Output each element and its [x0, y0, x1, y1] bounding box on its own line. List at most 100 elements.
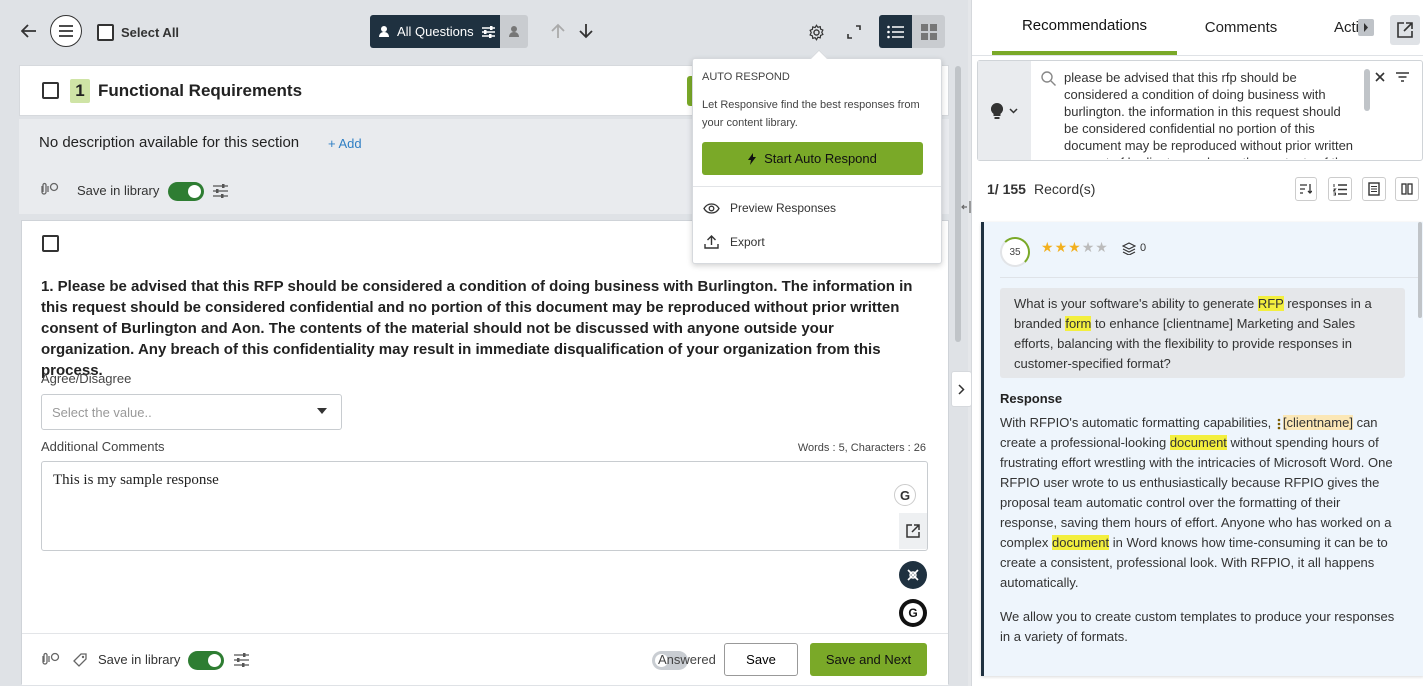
rec-question-text: What is your software's ability to gener…: [1014, 296, 1258, 311]
star-empty-icon: ★: [1081, 239, 1095, 255]
response-text: With RFPIO's automatic formatting capabi…: [1000, 415, 1275, 430]
section-library-toggle[interactable]: [168, 182, 204, 201]
star-filled-icon: ★: [1068, 239, 1081, 255]
response-text: This is my sample response: [53, 472, 219, 488]
star-filled-icon: ★: [1054, 239, 1068, 255]
filter-label: All Questions: [397, 24, 474, 39]
select-placeholder: Select the value..: [52, 405, 152, 420]
placeholder-tag: [clientname]: [1282, 415, 1353, 430]
export-label: Export: [730, 235, 765, 249]
popout-icon[interactable]: [1390, 15, 1420, 45]
caret-down-icon: [317, 408, 327, 414]
lightning-icon: [748, 152, 757, 165]
additional-comments-label: Additional Comments: [41, 439, 165, 454]
question-library-toggle[interactable]: [188, 651, 224, 670]
grammarly-icon[interactable]: G: [894, 484, 916, 506]
user-filter-button[interactable]: [500, 15, 528, 48]
save-in-library-label: Save in library: [77, 183, 160, 198]
response-text: without spending hours of frustrating ef…: [1000, 435, 1393, 550]
settings-sliders-icon[interactable]: [233, 652, 249, 668]
keyword-highlight: form: [1065, 316, 1092, 331]
star-rating: ★ ★ ★ ★ ★: [1041, 240, 1108, 254]
start-auto-respond-label: Start Auto Respond: [764, 151, 877, 166]
ai-assist-icon[interactable]: [899, 561, 927, 589]
attachment-icon[interactable]: [38, 181, 60, 197]
recommendation-card[interactable]: 35 ★ ★ ★ ★ ★ 0 What is your software's abili…: [981, 222, 1423, 676]
lightbulb-icon: [991, 102, 1003, 119]
section-title: Functional Requirements: [98, 81, 303, 100]
split-view-icon[interactable]: [1395, 177, 1419, 201]
keyword-highlight: RFP: [1257, 296, 1284, 311]
save-and-next-button[interactable]: Save and Next: [810, 643, 927, 676]
upload-icon: [704, 235, 719, 249]
tab-comments-label: Comments: [1204, 19, 1278, 36]
star-filled-icon: ★: [1041, 239, 1054, 255]
search-scrollbar[interactable]: [1364, 69, 1370, 111]
arrow-down-icon[interactable]: [577, 21, 595, 41]
numbered-list-icon[interactable]: [1328, 177, 1352, 201]
select-all-checkbox[interactable]: [97, 24, 114, 41]
close-icon[interactable]: [1374, 71, 1386, 83]
menu-icon[interactable]: [50, 15, 82, 47]
question-text: 1. Please be advised that this RFP shoul…: [41, 278, 913, 379]
expand-icon[interactable]: [845, 23, 863, 41]
tag-icon[interactable]: [71, 651, 89, 669]
gear-icon[interactable]: [806, 22, 826, 42]
auto-respond-description: Let Responsive find the best responses f…: [702, 99, 920, 129]
back-arrow-icon[interactable]: [18, 20, 40, 42]
recommended-response: With RFPIO's automatic formatting capabi…: [1000, 413, 1400, 593]
record-label: Record(s): [1034, 181, 1096, 197]
question-checkbox[interactable]: [42, 235, 59, 252]
question-card: 1. Please be advised that this RFP shoul…: [21, 220, 949, 685]
recommendations-panel: Recommendations Comments Acti please be …: [971, 0, 1423, 686]
search-icon: [1041, 71, 1056, 86]
auto-respond-heading: AUTO RESPOND: [702, 71, 790, 83]
preview-responses-item[interactable]: Preview Responses: [693, 196, 941, 220]
eye-icon: [703, 202, 720, 214]
divider: [693, 186, 941, 187]
question-footer: Save in library Answered Save Save and N…: [22, 633, 948, 685]
document-view-icon[interactable]: [1362, 177, 1386, 201]
card-scrollbar[interactable]: [1418, 222, 1422, 318]
grammarly-floating-icon[interactable]: G: [899, 599, 927, 627]
users-icon: [376, 25, 392, 38]
tab-recommendations[interactable]: Recommendations: [992, 0, 1177, 55]
save-button[interactable]: Save: [724, 643, 798, 676]
layer-count: 0: [1140, 242, 1147, 254]
response-paragraph-2: We allow you to create custom templates …: [1000, 609, 1395, 644]
section-checkbox[interactable]: [42, 82, 59, 99]
tab-activity-label: Acti: [1334, 19, 1360, 36]
star-empty-icon: ★: [1095, 239, 1108, 255]
sliders-icon: [481, 25, 495, 38]
auto-respond-popover: AUTO RESPOND Let Responsive find the bes…: [692, 49, 942, 264]
filter-icon[interactable]: [1395, 71, 1409, 83]
agree-disagree-select[interactable]: Select the value..: [41, 394, 342, 430]
start-auto-respond-button[interactable]: Start Auto Respond: [702, 142, 923, 175]
section-number: 1: [70, 79, 90, 103]
tab-scroll-right-icon[interactable]: [1358, 19, 1374, 36]
sort-icon[interactable]: [1295, 177, 1317, 201]
tab-recommendations-label: Recommendations: [1021, 17, 1148, 34]
select-all-label: Select All: [121, 25, 180, 40]
list-view-icon[interactable]: [879, 15, 912, 48]
export-item[interactable]: Export: [693, 230, 941, 254]
add-description-link[interactable]: + Add: [328, 136, 362, 151]
drag-handle-icon: [1277, 418, 1281, 430]
answered-label: Answered: [658, 652, 716, 667]
chevron-right-icon[interactable]: [951, 371, 972, 407]
search-mode-dropdown[interactable]: [978, 61, 1031, 160]
grid-view-icon[interactable]: [912, 15, 945, 48]
word-count: Words : 5, Characters : 26: [797, 442, 926, 454]
external-link-icon[interactable]: [899, 513, 927, 549]
attachment-icon[interactable]: [39, 651, 61, 667]
settings-sliders-icon[interactable]: [212, 183, 228, 199]
questions-pane: Select All All Questions 1 Functional Re…: [0, 0, 968, 686]
arrow-up-icon[interactable]: [549, 21, 567, 41]
divider: [1000, 277, 1421, 278]
no-description-text: No description available for this sectio…: [39, 134, 300, 151]
keyword-highlight: document: [1052, 535, 1110, 550]
all-questions-filter[interactable]: All Questions: [370, 15, 500, 48]
search-input[interactable]: please be advised that this rfp should b…: [1064, 69, 1354, 159]
tab-comments[interactable]: Comments: [1177, 0, 1305, 55]
response-textarea[interactable]: This is my sample response G: [41, 461, 928, 551]
